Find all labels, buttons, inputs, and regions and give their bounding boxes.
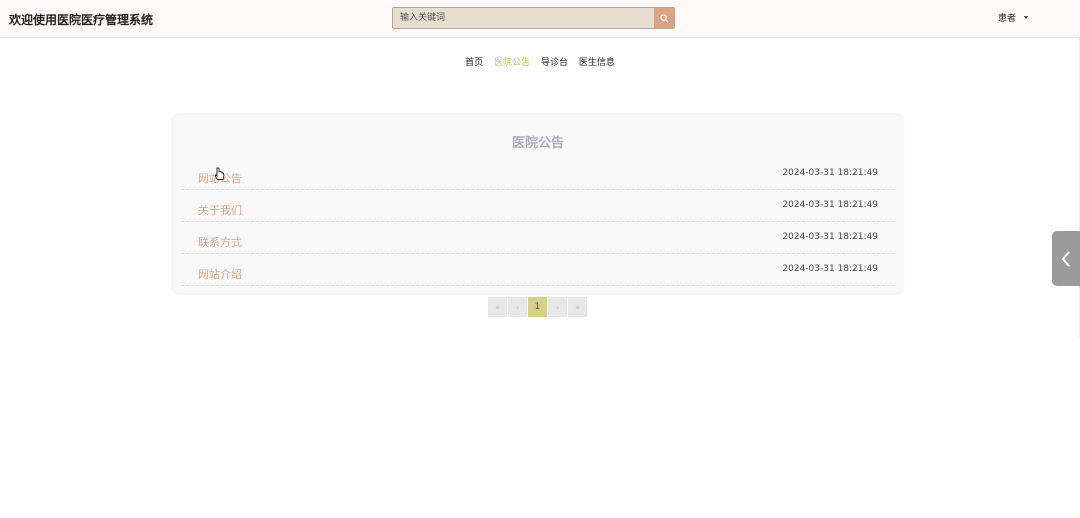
chevron-left-icon [1061, 250, 1070, 267]
search-input[interactable] [393, 8, 655, 28]
top-bar: 欢迎使用医院医疗管理系统 患者 [0, 0, 1080, 38]
site-title: 欢迎使用医院医疗管理系统 [9, 13, 154, 27]
mouse-cursor-icon [214, 167, 225, 180]
list-item[interactable]: 联系方式 2024-03-31 18:21:49 [181, 222, 895, 254]
user-menu[interactable]: 患者 [998, 11, 1029, 24]
list-item[interactable]: 关于我们 2024-03-31 18:21:49 [181, 190, 895, 222]
nav-item-home[interactable]: 首页 [465, 58, 483, 68]
announcement-panel: 医院公告 网站公告 2024-03-31 18:21:49 关于我们 2024-… [171, 113, 905, 295]
search-button[interactable] [654, 8, 674, 28]
main-nav: 首页 医院公告 导诊台 医生信息 [0, 55, 1080, 68]
search-icon [659, 13, 668, 22]
nav-item-doctors[interactable]: 医生信息 [579, 58, 615, 68]
announcement-title[interactable]: 网站介绍 [198, 266, 242, 282]
announcement-date: 2024-03-31 18:21:49 [782, 200, 878, 210]
announcement-date: 2024-03-31 18:21:49 [782, 264, 878, 274]
list-item[interactable]: 网站介绍 2024-03-31 18:21:49 [181, 254, 895, 286]
side-toggle-button[interactable] [1052, 231, 1080, 286]
page-first-button[interactable]: « [488, 297, 507, 317]
announcement-date: 2024-03-31 18:21:49 [782, 168, 878, 178]
announcement-title[interactable]: 关于我们 [198, 202, 242, 218]
announcement-title[interactable]: 联系方式 [198, 234, 242, 250]
search-box [392, 7, 675, 29]
page-current-button[interactable]: 1 [528, 297, 547, 317]
page-last-button[interactable]: » [568, 297, 587, 317]
nav-item-announcements[interactable]: 医院公告 [494, 58, 530, 68]
page-next-button[interactable]: › [548, 297, 567, 317]
announcement-date: 2024-03-31 18:21:49 [782, 232, 878, 242]
pagination: « ‹ 1 › » [488, 297, 587, 317]
panel-title: 医院公告 [511, 136, 564, 151]
page-prev-button[interactable]: ‹ [508, 297, 527, 317]
chevron-down-icon [1024, 16, 1029, 19]
list-item[interactable]: 网站公告 2024-03-31 18:21:49 [181, 158, 895, 190]
user-label: 患者 [998, 14, 1017, 24]
nav-item-triage[interactable]: 导诊台 [541, 58, 568, 68]
